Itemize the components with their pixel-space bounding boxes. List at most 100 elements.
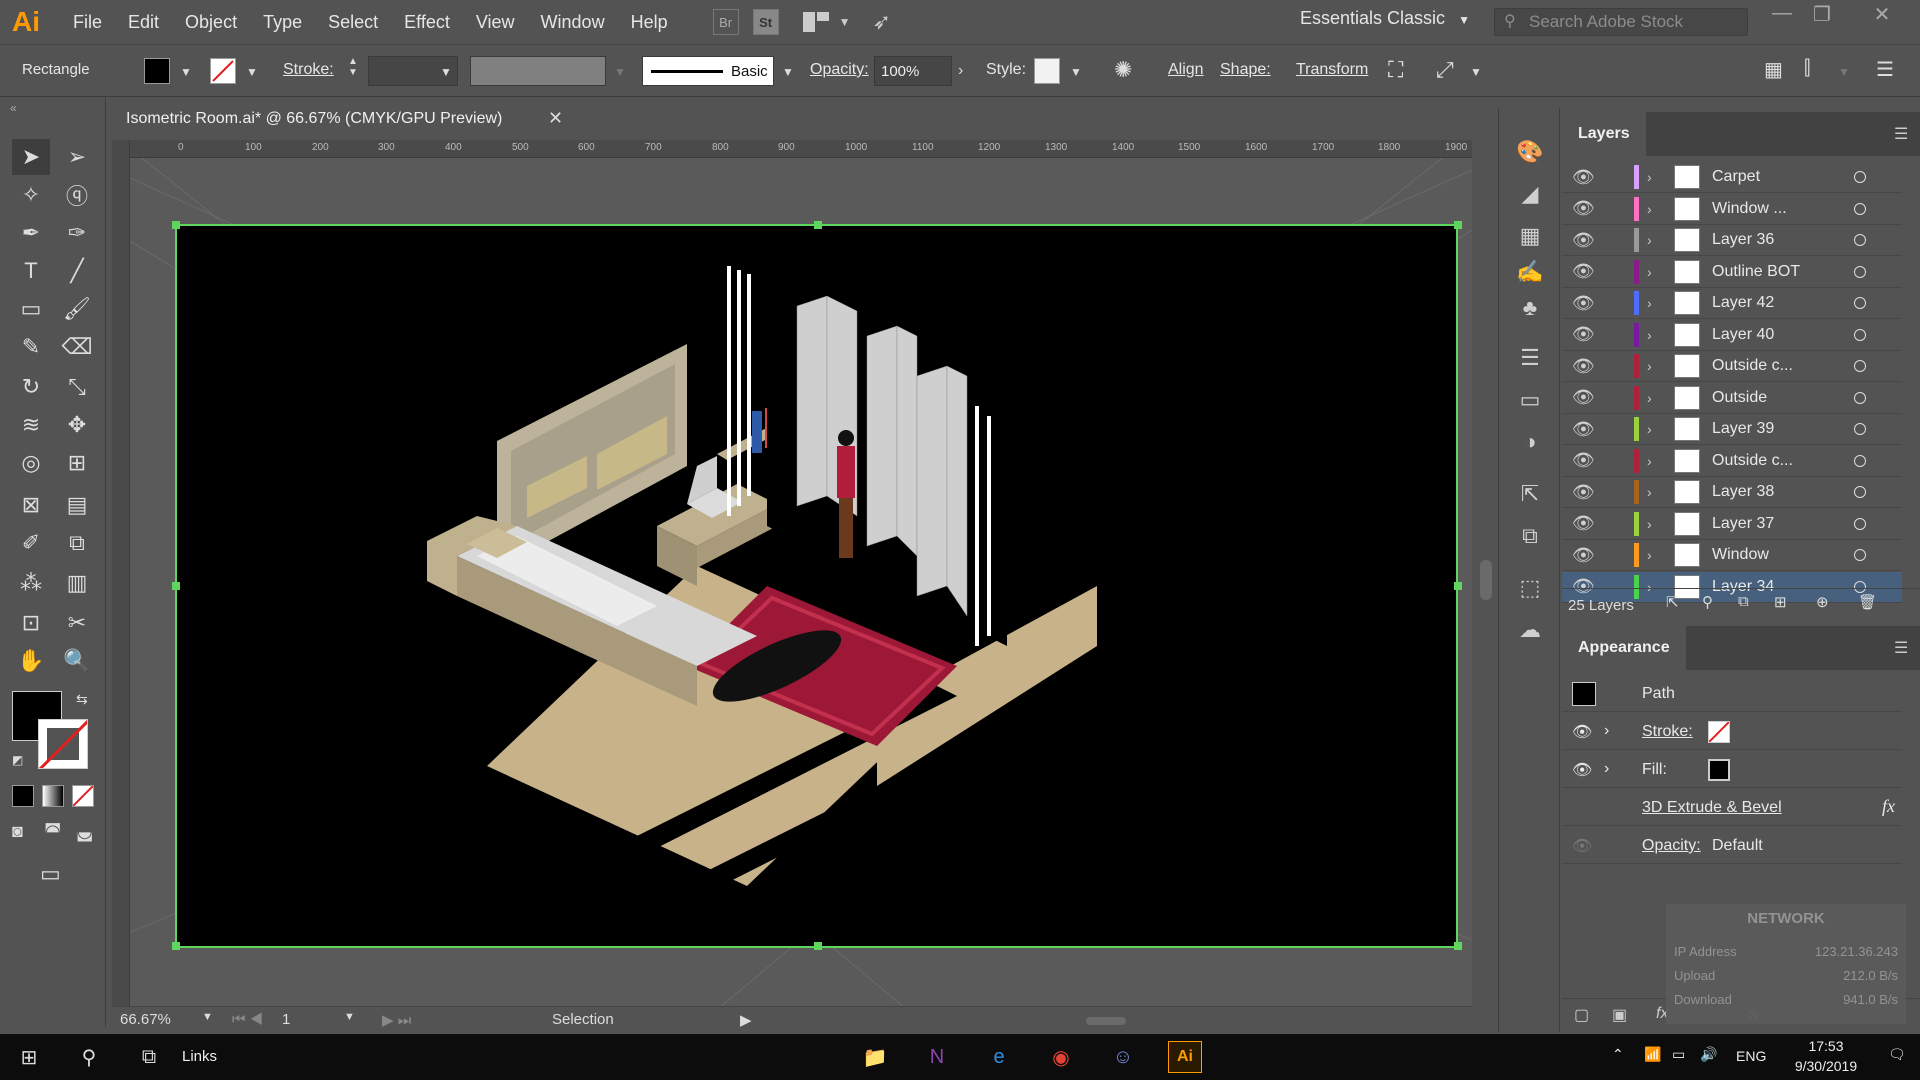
eye-icon[interactable]: 👁 (1572, 198, 1598, 219)
clock-time[interactable]: 17:53 (1796, 1038, 1856, 1054)
gradient-icon[interactable]: ▭ (1515, 386, 1545, 414)
brushes-icon[interactable]: ✍ (1515, 258, 1545, 286)
target-icon[interactable] (1854, 202, 1866, 215)
menu-help[interactable]: Help (618, 0, 681, 44)
add-stroke-icon[interactable]: ▢ (1574, 1005, 1589, 1025)
chevron-up-icon[interactable]: ⌃ (1612, 1046, 1624, 1063)
eye-icon[interactable]: 👁 (1572, 230, 1598, 251)
target-icon[interactable] (1854, 486, 1866, 498)
hand-tool-icon[interactable]: ✋ (12, 643, 50, 679)
eye-icon[interactable]: 👁 (1572, 450, 1598, 471)
stock-search-input[interactable]: Search Adobe Stock (1494, 8, 1748, 36)
horizontal-scrollbar[interactable] (766, 1017, 1446, 1025)
arrange-icon[interactable]: ▦ (1764, 57, 1783, 82)
menu-effect[interactable]: Effect (391, 0, 463, 44)
trash-icon[interactable]: 🗑 (1858, 593, 1877, 611)
eye-icon[interactable]: 👁 (1572, 356, 1598, 377)
direct-selection-tool-icon[interactable]: ➢ (58, 139, 96, 175)
chevron-down-icon[interactable]: ▼ (782, 65, 794, 79)
fx-icon[interactable]: fx (1882, 796, 1895, 817)
selection-handle[interactable] (172, 942, 180, 950)
collect-export-icon[interactable]: ⇱ (1666, 593, 1679, 611)
eye-icon[interactable]: 👁 (1572, 545, 1598, 566)
layer-row[interactable]: 👁 › Carpet (1562, 162, 1902, 193)
menu-view[interactable]: View (463, 0, 528, 44)
chevron-right-icon[interactable]: › (1647, 169, 1652, 185)
status-menu-icon[interactable]: ▶ (740, 1011, 752, 1029)
onenote-icon[interactable]: N (920, 1041, 954, 1073)
layer-row[interactable]: 👁 › Outside c... (1562, 351, 1902, 382)
target-icon[interactable] (1854, 391, 1866, 404)
close-icon[interactable]: ✕ (548, 108, 563, 129)
battery-icon[interactable]: ▭ (1672, 1046, 1685, 1063)
artboard[interactable] (172, 135, 1462, 950)
layer-name[interactable]: Outside c... (1712, 452, 1793, 470)
file-explorer-icon[interactable]: 📁 (858, 1041, 892, 1073)
rotate-tool-icon[interactable]: ↻ (12, 369, 50, 405)
layer-name[interactable]: Layer 40 (1712, 326, 1774, 344)
type-tool-icon[interactable]: T (12, 253, 50, 289)
chevron-right-icon[interactable]: › (1604, 722, 1609, 740)
rectangle-tool-icon[interactable]: ▭ (12, 291, 50, 327)
collapse-icon[interactable]: « (10, 101, 17, 115)
chevron-right-icon[interactable]: › (1647, 516, 1652, 532)
layer-row[interactable]: 👁 › Outside c... (1562, 446, 1902, 477)
language-indicator[interactable]: ENG (1736, 1048, 1766, 1064)
chevron-right-icon[interactable]: › (1647, 390, 1652, 406)
search-icon[interactable]: ⚲ (72, 1041, 106, 1073)
eye-icon[interactable]: 👁 (1572, 387, 1598, 408)
stroke-icon[interactable]: ☰ (1515, 344, 1545, 372)
column-graph-tool-icon[interactable]: ▥ (58, 565, 96, 601)
screen-mode-icon[interactable]: ▭ (40, 861, 61, 887)
draw-normal-icon[interactable]: ◙ (12, 821, 23, 842)
target-icon[interactable] (1854, 454, 1866, 467)
target-icon[interactable] (1854, 549, 1866, 561)
selection-handle[interactable] (1454, 942, 1462, 950)
notifications-icon[interactable]: 🗨 (1888, 1046, 1906, 1063)
target-icon[interactable] (1854, 360, 1866, 372)
export-icon[interactable]: ⇱ (1515, 480, 1545, 508)
symbols-icon[interactable]: ♣ (1515, 294, 1545, 322)
panel-menu-icon[interactable]: ☰ (1876, 57, 1894, 82)
paintbrush-tool-icon[interactable]: 🖌 (58, 291, 96, 327)
chevron-down-icon[interactable]: ▼ (246, 65, 258, 79)
selection-handle[interactable] (172, 221, 180, 229)
artboards-icon[interactable]: ⧉ (1515, 522, 1545, 550)
stroke-stepper-icon[interactable]: ▲ ▼ (348, 56, 358, 78)
blend-tool-icon[interactable]: ⧉ (58, 525, 96, 561)
eyedropper-tool-icon[interactable]: ✐ (12, 525, 50, 561)
task-view-icon[interactable]: ⧉ (132, 1041, 166, 1073)
new-sublayer-icon[interactable]: ⊞ (1774, 593, 1787, 611)
next-artboard-icon[interactable]: ▶ ⏭ (382, 1011, 411, 1029)
color-icon[interactable]: 🎨 (1515, 138, 1545, 166)
warp-tool-icon[interactable]: ≋ (12, 407, 50, 443)
chevron-right-icon[interactable]: › (1647, 327, 1652, 343)
target-icon[interactable] (1854, 423, 1866, 435)
new-layer-icon[interactable]: ⊕ (1816, 593, 1829, 611)
layer-row[interactable]: 👁 › Layer 39 (1562, 414, 1902, 445)
transform-link[interactable]: Transform (1296, 61, 1368, 79)
recolor-artwork-icon[interactable]: ✺ (1114, 57, 1132, 83)
effect-label[interactable]: 3D Extrude & Bevel (1642, 799, 1782, 817)
shaper-tool-icon[interactable]: ✎ (12, 329, 50, 365)
distribute-icon[interactable]: ⫿ (1804, 57, 1810, 80)
tab-layers[interactable]: Layers (1562, 112, 1646, 156)
none-mode-icon[interactable] (72, 785, 94, 807)
layer-name[interactable]: Carpet (1712, 168, 1760, 186)
menu-type[interactable]: Type (250, 0, 315, 44)
layer-row[interactable]: 👁 › Layer 42 (1562, 288, 1902, 319)
chevron-down-icon[interactable]: ▼ (180, 65, 192, 79)
gradient-tool-icon[interactable]: ▤ (58, 487, 96, 523)
isometric-room-illustration[interactable] (177, 135, 1456, 946)
layer-row[interactable]: 👁 › Layer 40 (1562, 320, 1902, 351)
fill-swatch[interactable] (144, 58, 170, 84)
selection-handle[interactable] (814, 942, 822, 950)
selection-handle[interactable] (1454, 582, 1462, 590)
selection-handle[interactable] (172, 582, 180, 590)
selection-handle[interactable] (814, 221, 822, 229)
draw-inside-icon[interactable]: ◛ (76, 821, 93, 842)
panel-menu-icon[interactable]: ☰ (1894, 124, 1908, 144)
layer-name[interactable]: Layer 42 (1712, 294, 1774, 312)
illustrator-taskbar-icon[interactable]: Ai (1168, 1041, 1202, 1073)
brush-definition[interactable]: Basic (642, 56, 774, 86)
